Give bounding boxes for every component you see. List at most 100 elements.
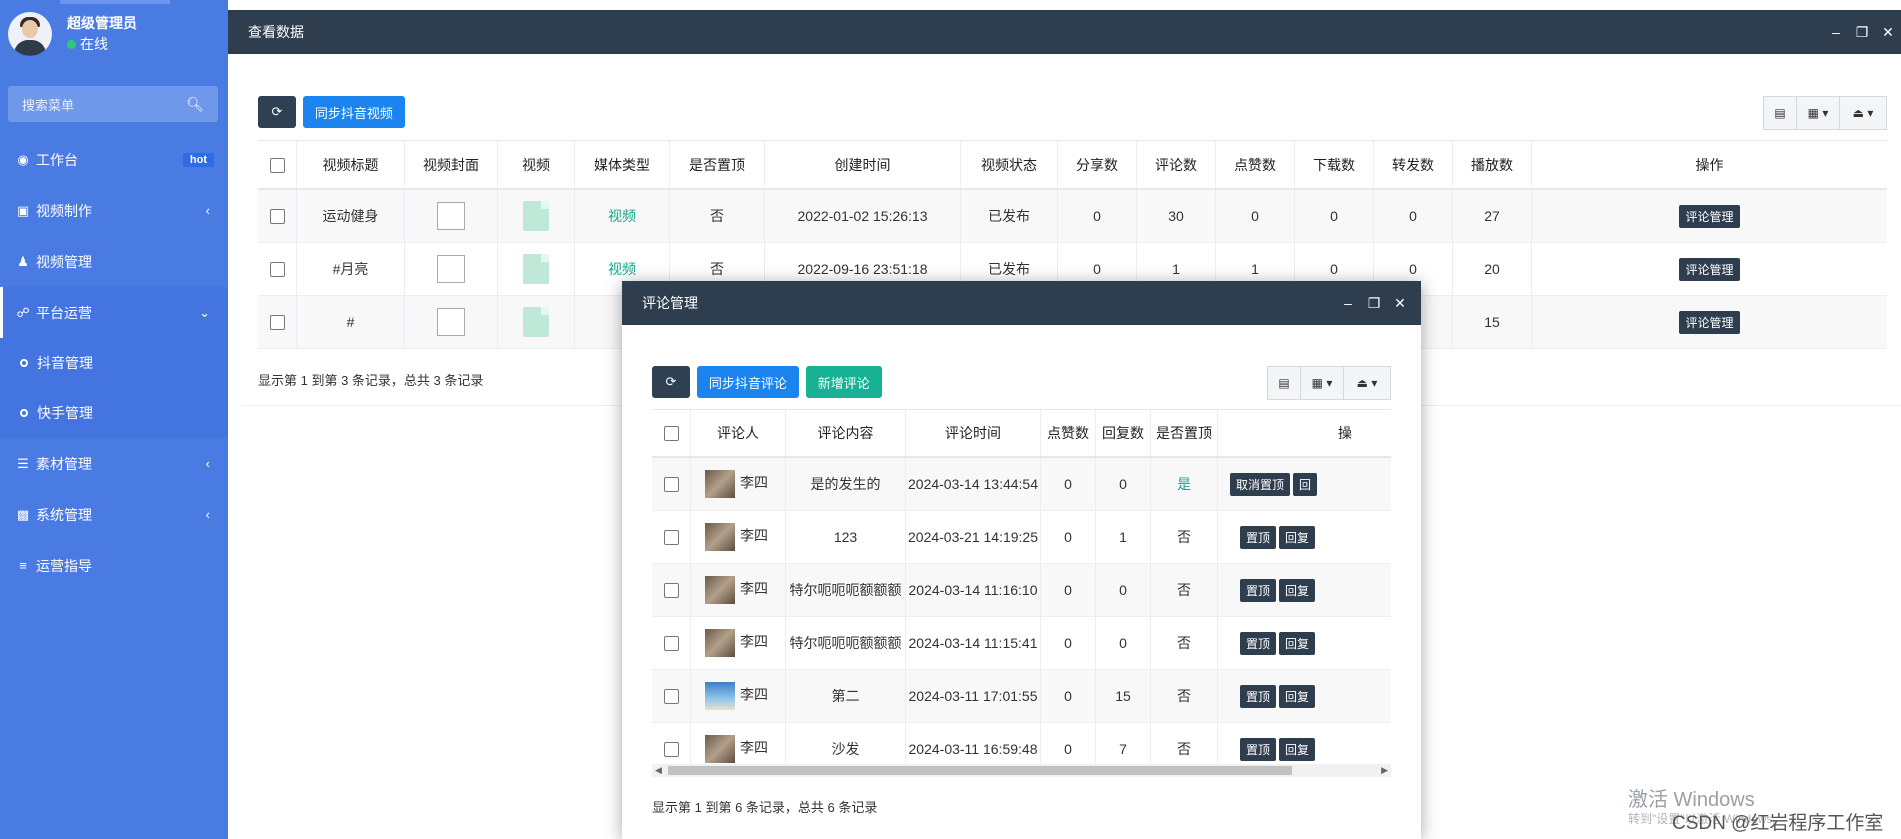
maximize-icon[interactable]: ❐ bbox=[1849, 24, 1875, 41]
layers-icon: ☰ bbox=[17, 455, 29, 471]
minimize-icon[interactable]: – bbox=[1335, 295, 1361, 311]
comment-content: 特尔呃呃呃额额额 bbox=[785, 563, 906, 617]
reply-button[interactable]: 回复 bbox=[1279, 737, 1316, 761]
pin-button[interactable]: 置顶 bbox=[1240, 737, 1277, 761]
col-header[interactable]: 是否置顶 bbox=[669, 140, 765, 190]
col-header[interactable]: 视频 bbox=[497, 140, 575, 190]
sidebar-item-douyin[interactable]: 抖音管理 bbox=[0, 338, 228, 388]
col-header[interactable]: 转发数 bbox=[1373, 140, 1453, 190]
search-icon[interactable]: 🔍︎ bbox=[186, 96, 204, 113]
table-row: 李四 特尔呃呃呃额额额 2024-03-14 11:16:10 0 0 否 置顶… bbox=[652, 563, 1391, 617]
sync-douyin-comment-button[interactable]: 同步抖音评论 bbox=[696, 366, 799, 398]
refresh-button[interactable]: ⟳ bbox=[652, 366, 690, 398]
select-all-checkbox[interactable] bbox=[269, 157, 285, 173]
comment-table[interactable]: 评论人 评论内容 评论时间 点赞数 回复数 是否置顶 操 李四 是的发生的 20… bbox=[652, 409, 1391, 765]
refresh-button[interactable]: ⟳ bbox=[258, 96, 296, 128]
reply-button[interactable]: 回复 bbox=[1279, 525, 1316, 549]
scroll-left-icon[interactable]: ◀ bbox=[655, 764, 662, 777]
sidebar-item-kuaishou[interactable]: 快手管理 bbox=[0, 388, 228, 438]
commenter-avatar bbox=[705, 629, 735, 657]
sidebar-item-system[interactable]: ▩ 系统管理 ‹ bbox=[0, 489, 228, 540]
row-checkbox[interactable] bbox=[663, 742, 679, 758]
reply-button[interactable]: 回复 bbox=[1279, 578, 1316, 602]
window-titlebar: 查看数据 – ❐ ✕ bbox=[228, 10, 1901, 54]
maximize-icon[interactable]: ❐ bbox=[1361, 295, 1387, 312]
pin-button[interactable]: 置顶 bbox=[1240, 525, 1277, 549]
comment-manage-dialog: 评论管理 – ❐ ✕ ⟳ 同步抖音评论 新增评论 ▤ ▦ ▾ ⏏ ▾ 评论人 评… bbox=[622, 281, 1421, 839]
col-header[interactable]: 评论数 bbox=[1136, 140, 1216, 190]
close-icon[interactable]: ✕ bbox=[1875, 24, 1901, 41]
col-header[interactable]: 播放数 bbox=[1452, 140, 1532, 190]
row-checkbox[interactable] bbox=[663, 636, 679, 652]
video-file-icon[interactable] bbox=[523, 307, 549, 337]
close-icon[interactable]: ✕ bbox=[1387, 295, 1413, 312]
comment-manage-button[interactable]: 评论管理 bbox=[1679, 257, 1740, 281]
col-header[interactable]: 创建时间 bbox=[764, 140, 961, 190]
media-type-link[interactable]: 视频 bbox=[608, 261, 636, 277]
col-header[interactable]: 视频状态 bbox=[960, 140, 1058, 190]
reply-button[interactable]: 回复 bbox=[1279, 684, 1316, 708]
video-file-icon[interactable] bbox=[523, 201, 549, 231]
col-header[interactable]: 下载数 bbox=[1294, 140, 1374, 190]
sidebar-item-video-management[interactable]: ♟ 视频管理 bbox=[0, 236, 228, 287]
col-header[interactable]: 媒体类型 bbox=[574, 140, 670, 190]
table-view-button[interactable]: ▤ bbox=[1763, 96, 1797, 130]
columns-button[interactable]: ▦ ▾ bbox=[1300, 366, 1344, 400]
col-header[interactable]: 视频标题 bbox=[296, 140, 405, 190]
unpin-button[interactable]: 取消置顶 bbox=[1230, 472, 1291, 496]
sidebar-item-video-production[interactable]: ▣ 视频制作 ‹ bbox=[0, 185, 228, 236]
col-header[interactable]: 点赞数 bbox=[1040, 409, 1096, 458]
pin-button[interactable]: 置顶 bbox=[1240, 578, 1277, 602]
horizontal-scrollbar[interactable]: ◀ ▶ bbox=[652, 764, 1391, 777]
table-header-row: 视频标题 视频封面 视频 媒体类型 是否置顶 创建时间 视频状态 分享数 评论数… bbox=[258, 140, 1887, 190]
row-checkbox[interactable] bbox=[663, 477, 679, 493]
scroll-right-icon[interactable]: ▶ bbox=[1381, 764, 1388, 777]
table-view-icon: ▤ bbox=[1278, 376, 1290, 390]
video-file-icon[interactable] bbox=[523, 254, 549, 284]
is-top: 否 bbox=[1150, 669, 1218, 723]
add-comment-button[interactable]: 新增评论 bbox=[805, 366, 882, 398]
media-type-link[interactable]: 视频 bbox=[608, 208, 636, 224]
comment-manage-button[interactable]: 评论管理 bbox=[1679, 204, 1740, 228]
col-header[interactable]: 评论内容 bbox=[785, 409, 906, 458]
col-header[interactable]: 是否置顶 bbox=[1150, 409, 1218, 458]
reply-count: 15 bbox=[1095, 669, 1151, 723]
columns-button[interactable]: ▦ ▾ bbox=[1796, 96, 1840, 130]
comment-manage-button[interactable]: 评论管理 bbox=[1679, 310, 1740, 334]
sidebar-item-ops-guide[interactable]: ≡ 运营指导 bbox=[0, 540, 228, 591]
col-header[interactable]: 分享数 bbox=[1057, 140, 1137, 190]
col-header[interactable]: 视频封面 bbox=[404, 140, 498, 190]
user-status-label: 在线 bbox=[80, 36, 108, 52]
export-button[interactable]: ⏏ ▾ bbox=[1839, 96, 1887, 130]
sidebar-item-platform-ops[interactable]: ☍ 平台运营 ⌄ bbox=[0, 287, 228, 338]
like-count: 0 bbox=[1040, 669, 1096, 723]
row-checkbox[interactable] bbox=[663, 530, 679, 546]
row-checkbox[interactable] bbox=[269, 315, 285, 331]
select-all-checkbox[interactable] bbox=[663, 426, 679, 442]
reply-button[interactable]: 回 bbox=[1293, 472, 1318, 496]
col-header[interactable]: 评论时间 bbox=[905, 409, 1041, 458]
table-view-button[interactable]: ▤ bbox=[1267, 366, 1301, 400]
row-checkbox[interactable] bbox=[663, 689, 679, 705]
col-header[interactable]: 回复数 bbox=[1095, 409, 1151, 458]
sidebar-item-workbench[interactable]: ◉ 工作台 hot bbox=[0, 134, 228, 185]
pin-button[interactable]: 置顶 bbox=[1240, 684, 1277, 708]
sidebar-item-materials[interactable]: ☰ 素材管理 ‹ bbox=[0, 438, 228, 489]
export-button[interactable]: ⏏ ▾ bbox=[1343, 366, 1391, 400]
scrollbar-thumb[interactable] bbox=[668, 766, 1292, 775]
menu-search-input[interactable]: 搜索菜单 🔍︎ bbox=[8, 86, 218, 122]
col-header[interactable]: 点赞数 bbox=[1215, 140, 1295, 190]
video-title: #月亮 bbox=[296, 242, 405, 296]
minimize-icon[interactable]: – bbox=[1823, 24, 1849, 40]
row-checkbox[interactable] bbox=[269, 209, 285, 225]
chevron-left-icon: ‹ bbox=[205, 203, 210, 218]
col-header[interactable]: 评论人 bbox=[690, 409, 786, 458]
row-checkbox[interactable] bbox=[269, 262, 285, 278]
sync-douyin-video-button[interactable]: 同步抖音视频 bbox=[302, 96, 405, 128]
pagination-info: 显示第 1 到第 3 条记录，总共 3 条记录 bbox=[258, 373, 484, 388]
sidebar-item-label: 平台运营 bbox=[36, 304, 92, 321]
pin-button[interactable]: 置顶 bbox=[1240, 631, 1277, 655]
row-checkbox[interactable] bbox=[663, 583, 679, 599]
video-title: # bbox=[296, 295, 405, 349]
reply-button[interactable]: 回复 bbox=[1279, 631, 1316, 655]
